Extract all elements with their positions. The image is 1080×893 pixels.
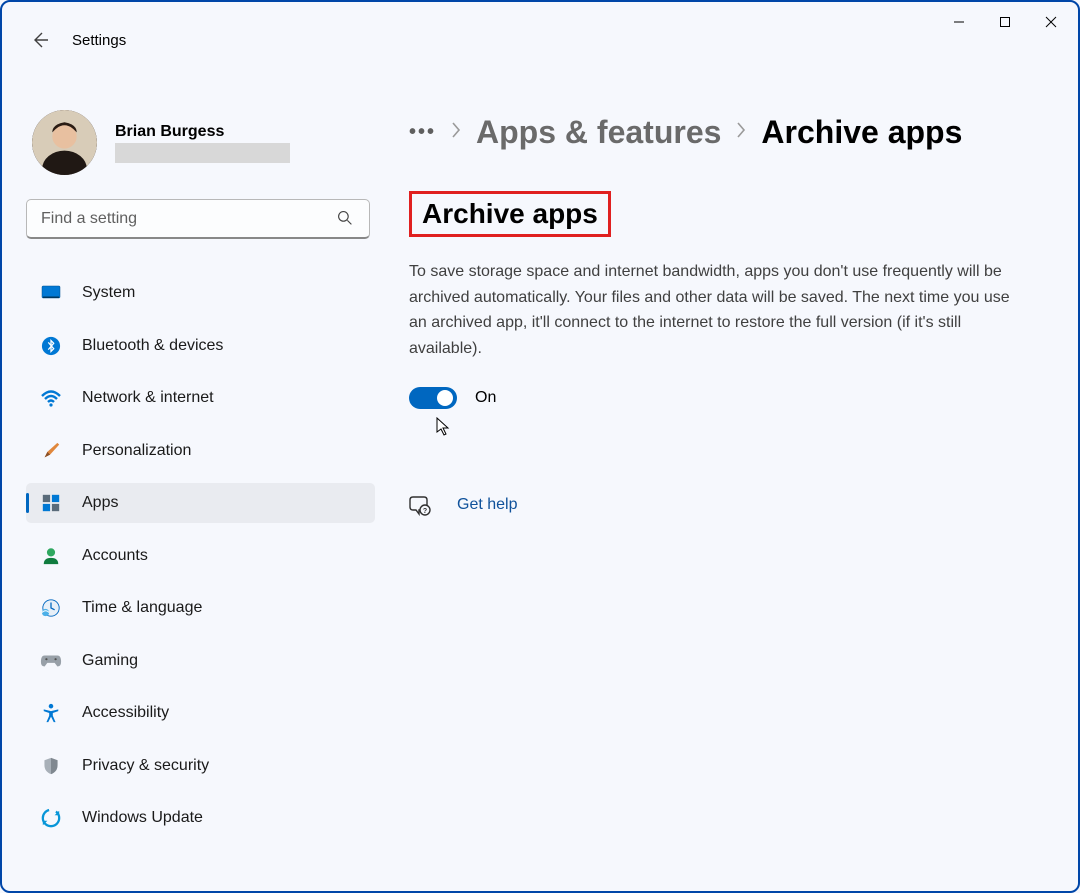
nav-item-time[interactable]: Time & language <box>26 588 375 628</box>
nav-item-apps[interactable]: Apps <box>26 483 375 523</box>
nav-label: System <box>82 284 135 302</box>
app-header: Settings <box>26 26 126 54</box>
content-area: ••• Apps & features Archive apps Archive… <box>387 110 1078 891</box>
nav-item-gaming[interactable]: Gaming <box>26 641 375 681</box>
app-title: Settings <box>72 32 126 49</box>
nav-label: Gaming <box>82 652 138 670</box>
archive-toggle[interactable] <box>409 387 457 409</box>
wifi-icon <box>40 387 62 409</box>
nav-label: Privacy & security <box>82 757 209 775</box>
gamepad-icon <box>40 650 62 672</box>
brush-icon <box>40 440 62 462</box>
breadcrumb: ••• Apps & features Archive apps <box>409 114 1056 151</box>
accessibility-icon <box>40 702 62 724</box>
shield-icon <box>40 755 62 777</box>
titlebar <box>2 2 1078 42</box>
close-button[interactable] <box>1028 6 1074 38</box>
clock-icon <box>40 597 62 619</box>
breadcrumb-current: Archive apps <box>761 114 962 151</box>
help-icon: ? <box>409 494 431 516</box>
bluetooth-icon <box>40 335 62 357</box>
breadcrumb-more-icon[interactable]: ••• <box>409 121 436 144</box>
nav-label: Time & language <box>82 599 202 617</box>
nav-item-bluetooth[interactable]: Bluetooth & devices <box>26 326 375 366</box>
profile-email-redacted <box>115 143 290 163</box>
search-icon <box>337 210 355 228</box>
nav-label: Bluetooth & devices <box>82 337 223 355</box>
nav-label: Apps <box>82 494 118 512</box>
breadcrumb-parent[interactable]: Apps & features <box>476 114 721 151</box>
search-input[interactable] <box>41 210 337 228</box>
apps-icon <box>40 492 62 514</box>
profile-name: Brian Burgess <box>115 123 290 141</box>
chevron-right-icon <box>450 121 462 145</box>
avatar <box>32 110 97 175</box>
nav-item-accessibility[interactable]: Accessibility <box>26 693 375 733</box>
nav-label: Windows Update <box>82 809 203 827</box>
person-icon <box>40 545 62 567</box>
help-row: ? Get help <box>409 494 1056 516</box>
maximize-button[interactable] <box>982 6 1028 38</box>
update-icon <box>40 807 62 829</box>
page-heading: Archive apps <box>409 191 611 237</box>
nav-list: System Bluetooth & devices Network & int… <box>26 273 375 838</box>
nav-item-accounts[interactable]: Accounts <box>26 536 375 576</box>
nav-label: Accessibility <box>82 704 169 722</box>
system-icon <box>40 282 62 304</box>
nav-item-system[interactable]: System <box>26 273 375 313</box>
archive-toggle-row: On <box>409 387 1056 409</box>
back-button[interactable] <box>26 26 54 54</box>
minimize-button[interactable] <box>936 6 982 38</box>
nav-item-privacy[interactable]: Privacy & security <box>26 746 375 786</box>
setting-description: To save storage space and internet bandw… <box>409 259 1019 361</box>
nav-item-network[interactable]: Network & internet <box>26 378 375 418</box>
profile-block[interactable]: Brian Burgess <box>26 110 375 175</box>
sidebar: Brian Burgess System Bluetooth & devi <box>2 110 387 891</box>
cursor-icon <box>435 417 451 442</box>
nav-label: Network & internet <box>82 389 214 407</box>
nav-item-personalization[interactable]: Personalization <box>26 431 375 471</box>
search-box[interactable] <box>26 199 370 239</box>
get-help-link[interactable]: Get help <box>457 496 517 514</box>
nav-label: Accounts <box>82 547 148 565</box>
toggle-state-label: On <box>475 389 496 407</box>
nav-item-update[interactable]: Windows Update <box>26 798 375 838</box>
chevron-right-icon <box>735 121 747 145</box>
svg-text:?: ? <box>423 508 427 515</box>
nav-label: Personalization <box>82 442 191 460</box>
toggle-thumb <box>437 390 453 406</box>
